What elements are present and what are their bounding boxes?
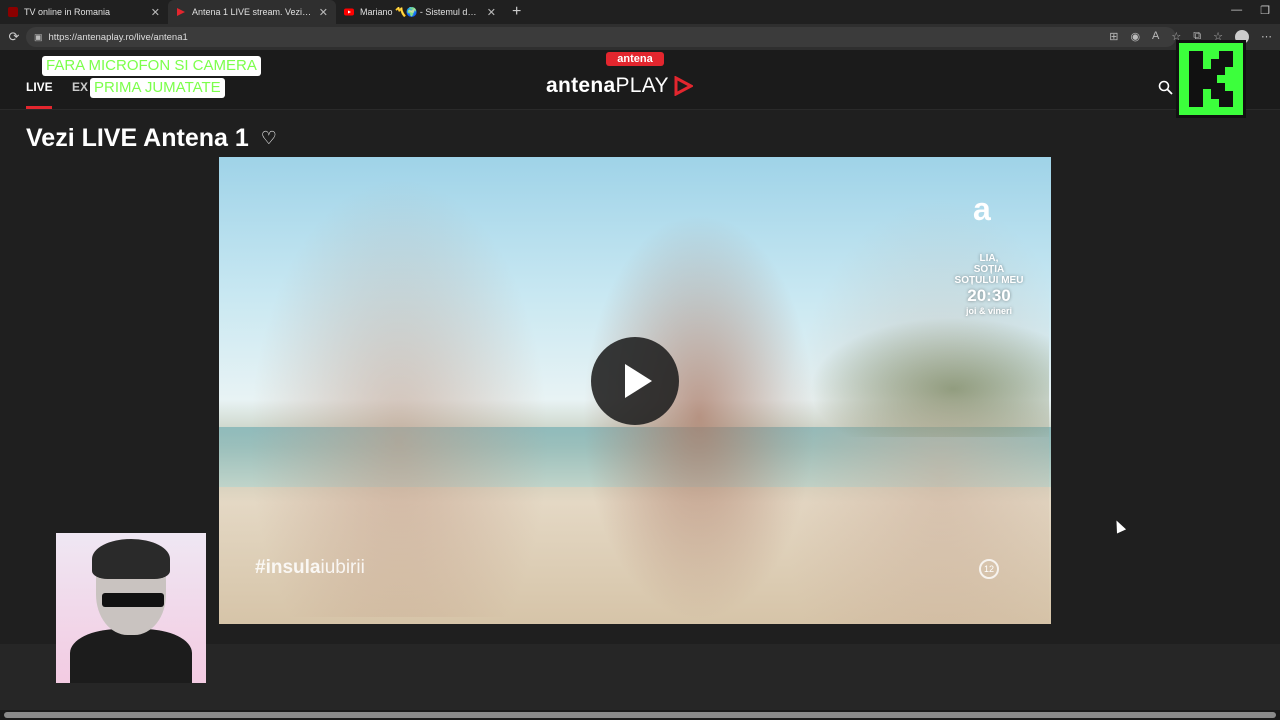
show-hashtag: #insulaiubirii [255,557,365,579]
url-text: https://antenaplay.ro/live/antena1 [48,31,188,43]
antena-badge: antena [606,52,664,66]
reload-icon[interactable]: ⟳ [4,29,24,45]
avatar-hair [92,539,170,579]
page-title: Vezi LIVE Antena 1 [26,124,249,152]
stream-caption-line1: FARA MICROFON SI CAMERA [42,56,261,76]
show-promo: LIA, SOȚIA SOȚULUI MEU 20:30 joi & viner… [937,253,1041,316]
close-tab-icon[interactable]: ✕ [319,6,328,19]
browser-tab-tv-online[interactable]: TV online in Romania ✕ [0,0,168,24]
site-info-icon[interactable]: ▣ [34,32,43,43]
antenaplay-logo[interactable]: antena PLAY [546,74,693,98]
read-aloud-icon[interactable]: ◉ [1130,30,1140,44]
age-rating-badge: 12 [979,559,999,579]
nav-active-indicator [26,106,52,109]
video-player[interactable]: a LIA, SOȚIA SOȚULUI MEU 20:30 joi & vin… [219,157,1051,624]
new-tab-button[interactable]: + [512,3,521,21]
youtube-favicon-icon [344,8,354,16]
text-size-icon[interactable]: A [1152,30,1159,44]
stream-caption-line2: PRIMA JUMATATE [90,78,225,98]
play-icon [625,364,652,398]
more-menu-icon[interactable]: ⋯ [1261,30,1272,44]
promo-days: joi & vineri [965,306,1012,316]
horizontal-scrollbar[interactable] [0,710,1280,720]
browser-tab-youtube[interactable]: Mariano 〽️🌍 - Sistemul de vară ✕ [336,0,504,24]
play-button[interactable] [591,337,679,425]
address-bar: ⟳ ▣ https://antenaplay.ro/live/antena1 ⊞… [0,24,1280,50]
promo-line1: LIA, [979,253,999,264]
hashtag-bold: #insula [255,557,321,578]
window-controls: — ❐ [1231,4,1270,17]
nav-live-link[interactable]: LIVE [26,80,53,94]
brand-play-text: PLAY [615,74,669,97]
tab-title: TV online in Romania [24,7,111,17]
k-logo-icon [1179,43,1243,115]
scrollbar-thumb[interactable] [4,712,1276,718]
page-title-row: Vezi LIVE Antena 1 ♡ [26,124,277,153]
mouse-cursor-icon [1111,518,1127,534]
url-field[interactable]: ▣ https://antenaplay.ro/live/antena1 [26,27,1176,47]
promo-line3: SOȚULUI MEU [954,275,1024,286]
tab-title: Antena 1 LIVE stream. Vezi online [192,7,313,17]
avatar-body [70,629,192,683]
play-logo-icon [674,76,693,96]
search-icon[interactable] [1158,80,1173,95]
hashtag-light: iubirii [320,557,365,578]
minimize-icon[interactable]: — [1231,4,1242,17]
browser-tab-antena1[interactable]: Antena 1 LIVE stream. Vezi online ✕ [168,0,336,24]
brand-antena-text: antena [546,74,616,97]
close-tab-icon[interactable]: ✕ [151,6,160,19]
favorite-heart-icon[interactable]: ♡ [261,128,277,149]
promo-time: 20:30 [967,286,1011,305]
channel-logo-icon: a [973,191,991,227]
antena-favicon-icon [177,8,185,16]
streamer-avatar-cam [56,533,206,683]
tv-favicon-icon [8,7,18,17]
apps-icon[interactable]: ⊞ [1109,30,1118,44]
restore-icon[interactable]: ❐ [1260,4,1270,17]
close-tab-icon[interactable]: ✕ [487,6,496,19]
browser-tab-bar: TV online in Romania ✕ Antena 1 LIVE str… [0,0,1280,24]
kick-logo [1176,40,1246,118]
video-frame-left [249,177,549,617]
avatar-glasses [102,593,164,607]
tab-title: Mariano 〽️🌍 - Sistemul de vară [360,6,481,17]
promo-line2: SOȚIA [973,264,1005,275]
nav-ex-link[interactable]: EX [72,80,88,94]
